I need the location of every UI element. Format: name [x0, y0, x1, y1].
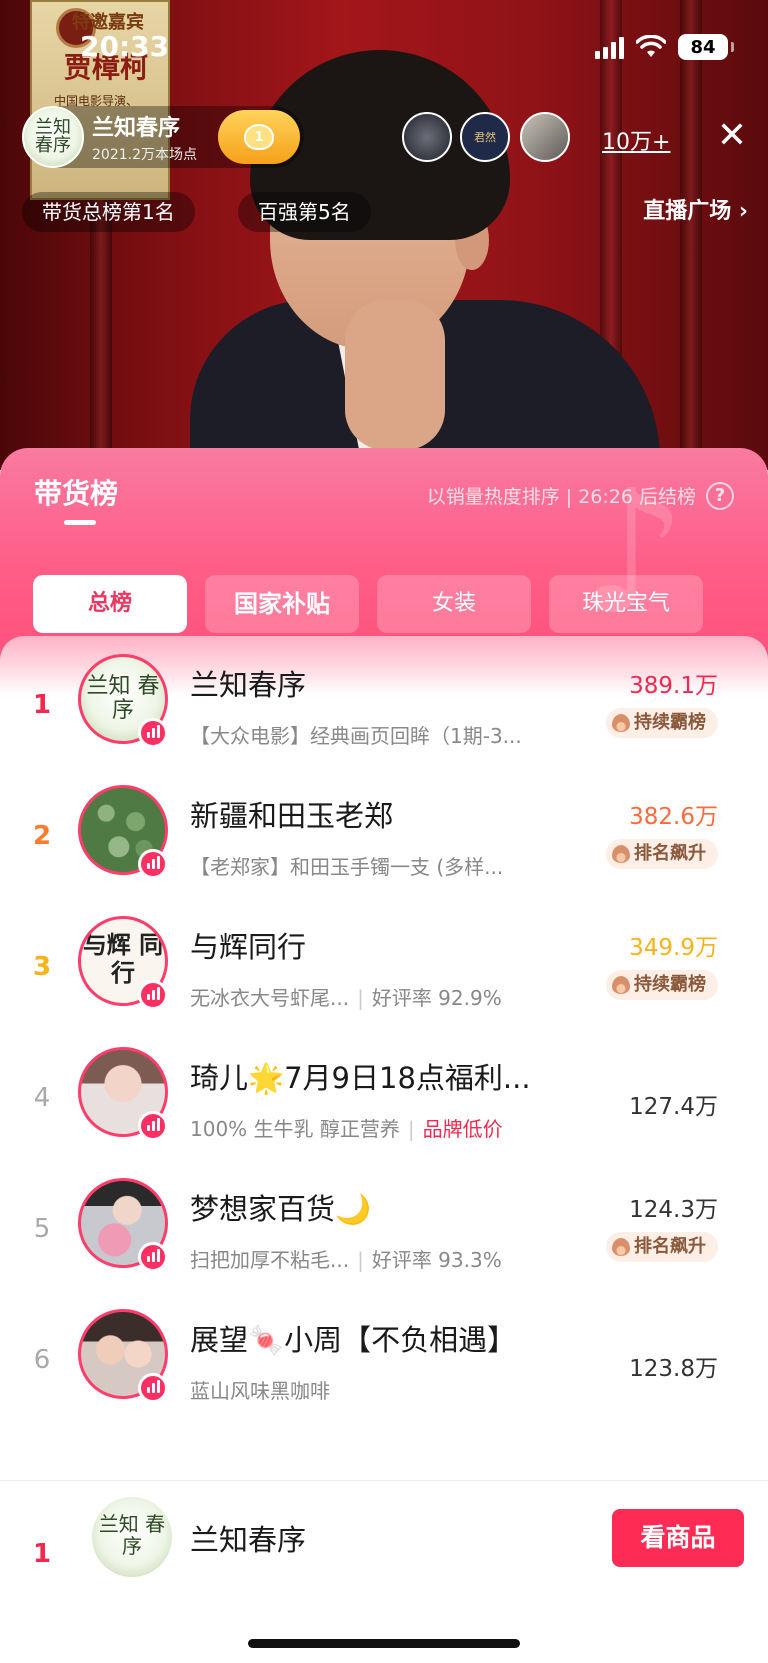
tab-jewelry[interactable]: 珠光宝气: [549, 575, 703, 633]
live-indicator-icon: [138, 849, 168, 879]
live-indicator-icon: [138, 1242, 168, 1272]
viewer-count[interactable]: 10万+: [602, 124, 670, 156]
rank-number: 3: [32, 952, 52, 982]
ranking-row[interactable]: 4 琦儿🌟7月9日18点福利... 100% 生牛乳 醇正营养 | 品牌低价 127…: [0, 1029, 768, 1160]
tab-womens-wear[interactable]: 女装: [377, 575, 531, 633]
live-indicator-icon: [138, 718, 168, 748]
live-square-link[interactable]: 直播广场 ›: [643, 192, 748, 232]
category-tabs: 总榜 国家补贴 女装 珠光宝气: [33, 575, 703, 633]
rank-badge: 持续霸榜: [606, 970, 718, 1000]
rank-number: 4: [33, 1083, 51, 1113]
flame-icon: [612, 1238, 630, 1256]
ranking-row[interactable]: 2 新疆和田玉老郑 【老郑家】和田玉手镯一支 (多样... 382.6万 排名飙…: [0, 767, 768, 898]
ranking-row[interactable]: 6 展望🍬小周【不负相遇】 蓝山风味黑咖啡 123.8万: [0, 1291, 768, 1422]
rank-number: 2: [32, 821, 52, 851]
viewer-avatar[interactable]: [520, 112, 570, 162]
help-icon[interactable]: ?: [706, 482, 734, 510]
rank-number: 1: [32, 690, 52, 720]
home-indicator[interactable]: [248, 1639, 520, 1648]
sales-value: 123.8万: [629, 1356, 718, 1382]
rating-text: 好评率 92.9%: [371, 986, 502, 1010]
rank-badge: 排名飙升: [606, 839, 718, 869]
flame-icon: [612, 976, 630, 994]
ranking-hint: 以销量热度排序 | 26:26 后结榜: [426, 486, 696, 508]
rating-text: 好评率 93.3%: [371, 1248, 502, 1272]
sales-value: 389.1万: [629, 673, 718, 699]
live-indicator-icon: [138, 980, 168, 1010]
product-title: 扫把加厚不粘毛...: [190, 1248, 350, 1272]
streamer-name: 展望🍬小周【不负相遇】: [190, 1323, 517, 1357]
product-title: 100% 生牛乳 醇正营养: [190, 1117, 400, 1141]
current-streamer-avatar[interactable]: 兰知 春序: [92, 1497, 172, 1577]
rank-badge: 持续霸榜: [606, 708, 718, 738]
top100-rank-tag[interactable]: 百强第5名: [238, 192, 371, 232]
host-likes: 2021.2万本场点: [92, 147, 197, 163]
wifi-icon: [636, 35, 666, 57]
current-streamer-name: 兰知春序: [190, 1523, 307, 1557]
live-indicator-icon: [138, 1373, 168, 1403]
title-underline: [64, 520, 96, 525]
ranking-row[interactable]: 3 与辉 同行 与辉同行 无冰衣大号虾尾... | 好评率 92.9% 349.9万…: [0, 898, 768, 1029]
tab-national-subsidy[interactable]: 国家补贴: [205, 575, 359, 633]
status-icons: 84: [595, 34, 734, 60]
sales-value: 124.3万: [629, 1197, 718, 1223]
streamer-name: 琦儿🌟7月9日18点福利...: [190, 1061, 531, 1095]
badge-label: 持续霸榜: [634, 974, 706, 995]
product-desc: 蓝山风味黑咖啡: [190, 1379, 330, 1403]
rank-number: 6: [33, 1345, 51, 1375]
badge-label: 排名飙升: [634, 1236, 706, 1257]
tab-overall[interactable]: 总榜: [33, 575, 187, 633]
streamer-name: 新疆和田玉老郑: [190, 799, 394, 833]
streamer-name: 梦想家百货🌙: [190, 1192, 372, 1226]
badge-label: 持续霸榜: [634, 712, 706, 733]
ranking-list: 1 兰知 春序 兰知春序 【大众电影】经典画页回眸（1期-3... 389.1万…: [0, 636, 768, 1422]
sales-value: 127.4万: [629, 1094, 718, 1120]
host-hand: [345, 300, 445, 450]
product-desc: 【大众电影】经典画页回眸（1期-3...: [190, 724, 522, 748]
current-rank-bar: 1 兰知 春序 兰知春序 看商品: [0, 1480, 768, 1663]
live-indicator-icon: [138, 1111, 168, 1141]
ranking-row[interactable]: 1 兰知 春序 兰知春序 【大众电影】经典画页回眸（1期-3... 389.1万…: [0, 636, 768, 767]
close-icon[interactable]: ✕: [712, 116, 752, 156]
ranking-row[interactable]: 5 梦想家百货🌙 扫把加厚不粘毛... | 好评率 93.3% 124.3万 排名飙…: [0, 1160, 768, 1291]
fans-club-button[interactable]: 1: [218, 110, 300, 164]
current-rank-number: 1: [32, 1539, 52, 1569]
streamer-name: 与辉同行: [190, 930, 307, 964]
panel-title[interactable]: 带货榜: [34, 472, 118, 512]
badge-label: 排名飙升: [634, 843, 706, 864]
price-tag: 品牌低价: [422, 1117, 503, 1141]
curtain-fold: [680, 0, 702, 470]
heart-icon: 1: [244, 124, 274, 150]
view-products-button[interactable]: 看商品: [612, 1509, 744, 1567]
host-avatar[interactable]: 兰知 春序: [22, 106, 84, 168]
host-name: 兰知春序: [92, 116, 181, 141]
streamer-name: 兰知春序: [190, 668, 307, 702]
product-desc: 扫把加厚不粘毛... | 好评率 93.3%: [190, 1244, 502, 1273]
sales-rank-tag[interactable]: 带货总榜第1名: [22, 192, 195, 232]
sales-value: 349.9万: [629, 935, 718, 961]
status-time: 20:33: [80, 30, 170, 63]
battery-icon: 84: [678, 34, 734, 60]
product-desc: 100% 生牛乳 醇正营养 | 品牌低价: [190, 1117, 503, 1141]
viewer-avatar[interactable]: [402, 112, 452, 162]
product-desc: 无冰衣大号虾尾... | 好评率 92.9%: [190, 982, 502, 1011]
rank-number: 5: [33, 1214, 51, 1244]
product-desc: 【老郑家】和田玉手镯一支 (多样...: [190, 855, 504, 879]
live-video-background: 特邀嘉宾 贾樟柯 中国电影导演、: [0, 0, 768, 470]
rank-badge: 排名飙升: [606, 1232, 718, 1262]
product-title: 无冰衣大号虾尾...: [190, 986, 350, 1010]
flame-icon: [612, 714, 630, 732]
flame-icon: [612, 845, 630, 863]
signal-icon: [595, 35, 624, 59]
viewer-avatar[interactable]: 君然: [460, 112, 510, 162]
sales-value: 382.6万: [629, 804, 718, 830]
